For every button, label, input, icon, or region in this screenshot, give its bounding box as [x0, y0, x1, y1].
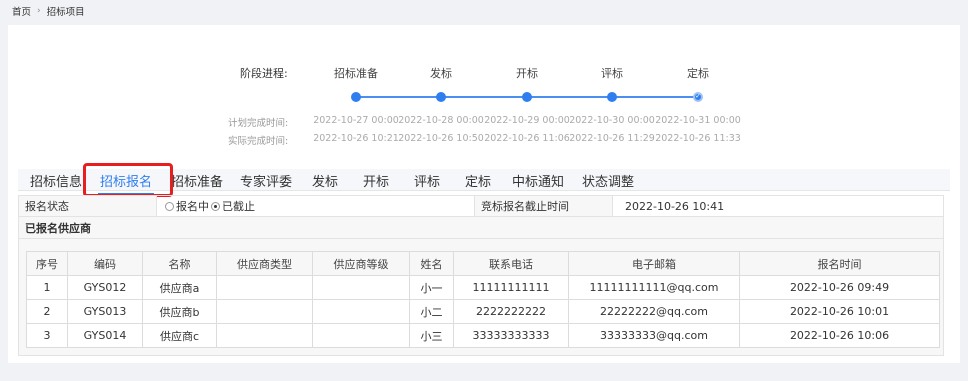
- stage-name: 开标: [516, 67, 538, 80]
- stage-name: 发标: [430, 67, 452, 80]
- cell-contact: 小二: [409, 299, 454, 324]
- col-header: 联系电话: [453, 251, 569, 276]
- cell-time: 2022-10-26 09:49: [739, 275, 940, 300]
- stage-name: 招标准备: [334, 67, 378, 80]
- radio-closed[interactable]: 已截止: [211, 198, 255, 214]
- stage-dot-icon: [607, 92, 617, 102]
- highlight-box: [83, 163, 173, 197]
- cell-phone: 2222222222: [453, 299, 569, 324]
- tab-evaluation[interactable]: 评标: [414, 171, 440, 190]
- suppliers-section-title: 已报名供应商: [18, 217, 944, 239]
- cell-phone: 33333333333: [453, 323, 569, 348]
- radio-unchecked-icon: [165, 201, 174, 211]
- col-header: 供应商等级: [312, 251, 410, 276]
- cell-contact: 小一: [409, 275, 454, 300]
- tab-notice[interactable]: 中标通知: [512, 171, 564, 190]
- radio-open-label: 报名中: [176, 200, 209, 213]
- deadline-label: 竞标报名截止时间: [475, 196, 613, 216]
- cell-index: 1: [26, 275, 68, 300]
- cell-phone: 11111111111: [453, 275, 569, 300]
- cell-name: 供应商c: [142, 323, 217, 348]
- breadcrumb-separator: ›: [37, 6, 41, 16]
- table-row[interactable]: 3 GYS014 供应商c 小三 33333333333 33333333@qq…: [26, 323, 940, 348]
- stage-dot-icon: [351, 92, 361, 102]
- cell-name: 供应商b: [142, 299, 217, 324]
- cell-index: 2: [26, 299, 68, 324]
- table-header-row: 序号 编码 名称 供应商类型 供应商等级 姓名 联系电话 电子邮箱 报名时间: [26, 251, 940, 276]
- cell-code: GYS014: [67, 323, 143, 348]
- breadcrumb-home[interactable]: 首页: [12, 4, 31, 18]
- stage-dot-icon: [436, 92, 446, 102]
- tab-experts[interactable]: 专家评委: [240, 171, 292, 190]
- progress-title: 阶段进程:: [240, 67, 288, 80]
- actual-label: 实际完成时间:: [228, 136, 289, 147]
- cell-time: 2022-10-26 10:01: [739, 299, 940, 324]
- status-label: 报名状态: [19, 196, 157, 216]
- stage-plan-time: 2022-10-31 00:00: [655, 115, 741, 126]
- table-row[interactable]: 2 GYS013 供应商b 小二 2222222222 22222222@qq.…: [26, 299, 940, 324]
- check-icon: [693, 91, 703, 102]
- radio-closed-label: 已截止: [222, 200, 255, 213]
- col-header: 电子邮箱: [568, 251, 740, 276]
- deadline-value: 2022-10-26 10:41: [625, 199, 725, 213]
- cell-level: [312, 275, 410, 300]
- tab-award[interactable]: 定标: [465, 171, 491, 190]
- cell-level: [312, 299, 410, 324]
- cell-type: [216, 275, 313, 300]
- breadcrumb: 首页 › 招标项目: [12, 4, 85, 18]
- project-card: 阶段进程: 计划完成时间: 实际完成时间: 招标准备 2022-10-27 00…: [8, 25, 960, 363]
- col-header: 名称: [142, 251, 217, 276]
- col-header: 报名时间: [739, 251, 940, 276]
- cell-level: [312, 323, 410, 348]
- plan-label: 计划完成时间:: [228, 118, 289, 129]
- stage-name: 评标: [601, 67, 623, 80]
- cell-type: [216, 323, 313, 348]
- table-row[interactable]: 1 GYS012 供应商a 小一 11111111111 11111111111…: [26, 275, 940, 300]
- cell-email: 33333333@qq.com: [568, 323, 740, 348]
- breadcrumb-current: 招标项目: [46, 7, 85, 18]
- cell-email: 22222222@qq.com: [568, 299, 740, 324]
- col-header: 姓名: [409, 251, 454, 276]
- cell-type: [216, 299, 313, 324]
- tab-issue[interactable]: 发标: [312, 171, 338, 190]
- tab-preparation[interactable]: 招标准备: [171, 171, 223, 190]
- cell-time: 2022-10-26 10:06: [739, 323, 940, 348]
- registration-info-row: 报名状态 报名中 已截止 竞标报名截止时间 2022-10-26 10:41: [18, 195, 944, 217]
- cell-code: GYS012: [67, 275, 143, 300]
- col-header: 供应商类型: [216, 251, 313, 276]
- cell-email: 11111111111@qq.com: [568, 275, 740, 300]
- cell-index: 3: [26, 323, 68, 348]
- radio-open[interactable]: 报名中: [165, 198, 209, 214]
- col-header: 序号: [26, 251, 68, 276]
- tab-status[interactable]: 状态调整: [582, 171, 634, 190]
- suppliers-table: 序号 编码 名称 供应商类型 供应商等级 姓名 联系电话 电子邮箱 报名时间 1…: [26, 251, 940, 348]
- radio-checked-icon: [211, 201, 220, 211]
- cell-contact: 小三: [409, 323, 454, 348]
- col-header: 编码: [67, 251, 143, 276]
- stage-name: 定标: [687, 67, 709, 80]
- stage-actual-time: 2022-10-26 11:33: [655, 133, 741, 144]
- cell-code: GYS013: [67, 299, 143, 324]
- status-radio-group: 报名中 已截止: [157, 196, 475, 216]
- cell-name: 供应商a: [142, 275, 217, 300]
- stage-dot-icon: [522, 92, 532, 102]
- tab-info[interactable]: 招标信息: [30, 171, 82, 190]
- tab-opening[interactable]: 开标: [363, 171, 389, 190]
